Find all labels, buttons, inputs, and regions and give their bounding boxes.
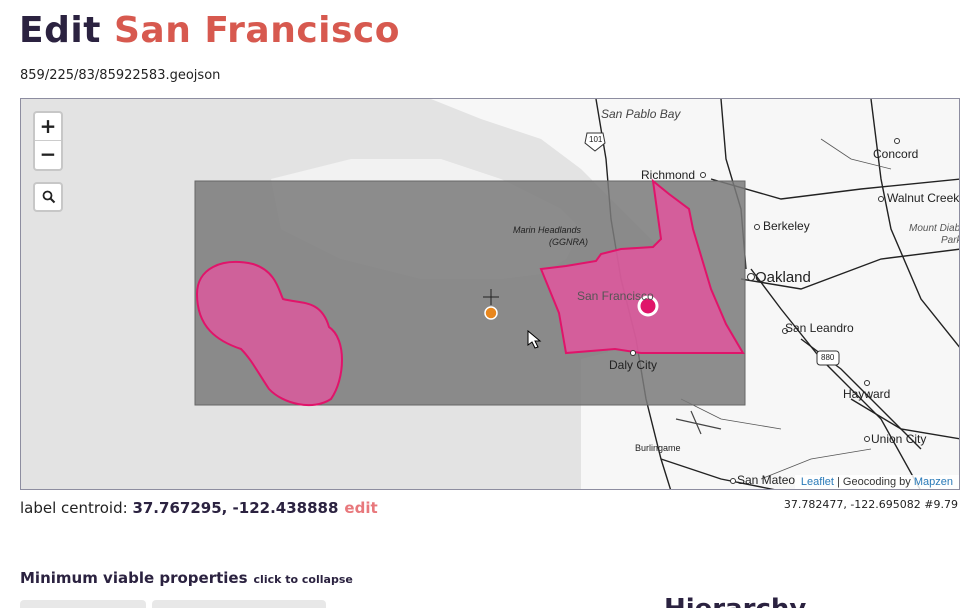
mapzen-link[interactable]: Mapzen [914,476,953,488]
map-label-berkeley: Berkeley [763,219,810,233]
attribution-separator: | Geocoding by [833,476,914,488]
map-search-button[interactable] [33,182,63,212]
centroid-edit-link[interactable]: edit [344,499,377,517]
map-base-layer [21,99,959,489]
map-label-oakland: Oakland [755,269,811,286]
map-label-walnut-creek: Walnut Creek [887,191,960,205]
map-label-san-pablo-bay: San Pablo Bay [601,107,681,121]
zoom-control: + − [33,111,63,171]
map-label-hayward: Hayward [843,387,891,401]
map-shield-880: 880 [821,353,835,362]
label-centroid-coords: 37.767295, -122.438888 [132,499,339,517]
map-view[interactable]: + − San Pablo Bay 101 Richmond Concord W… [20,98,960,490]
map-attribution: Leaflet | Geocoding by Mapzen [794,475,959,489]
geojson-path: 859/225/83/85922583.geojson [20,68,221,83]
map-label-park: Park [941,235,960,246]
map-label-san-leandro: San Leandro [785,321,854,335]
map-label-richmond: Richmond [641,168,696,182]
map-label-union-city: Union City [871,432,927,446]
collapse-toggle[interactable]: click to collapse [254,573,353,586]
label-centroid-prefix: label centroid: [20,499,133,517]
zoom-in-button[interactable]: + [35,113,61,141]
min-viable-heading: Minimum viable properties click to collap… [20,569,353,587]
page-title-place: San Francisco [113,10,400,51]
map-label-san-mateo: San Mateo [737,473,796,487]
hierarchy-heading: Hierarchy [664,594,806,608]
map-label-san-francisco: San Francisco [577,289,654,303]
map-label-mount-diablo: Mount Diab [909,223,960,234]
page-title: Edit San Francisco [19,10,400,51]
map-label-concord: Concord [873,147,919,161]
search-icon [42,190,56,204]
property-tab-1[interactable] [20,600,146,608]
map-label-marin-headlands: Marin Headlands [513,225,582,235]
label-centroid: label centroid: 37.767295, -122.438888 ed… [20,499,378,517]
map-label-burlingame: Burlingame [635,443,681,453]
map-label-daly-city: Daly City [609,358,658,372]
leaflet-link[interactable]: Leaflet [801,476,834,488]
map-shield-101: 101 [589,135,603,144]
property-tab-2[interactable] [152,600,326,608]
page-title-prefix: Edit [19,10,101,51]
map-label-ggnra: (GGNRA) [549,237,588,247]
zoom-out-button[interactable]: − [35,141,61,169]
cursor-coordinates: 37.782477, -122.695082 #9.79 [783,498,958,511]
min-viable-title: Minimum viable properties [20,569,248,587]
